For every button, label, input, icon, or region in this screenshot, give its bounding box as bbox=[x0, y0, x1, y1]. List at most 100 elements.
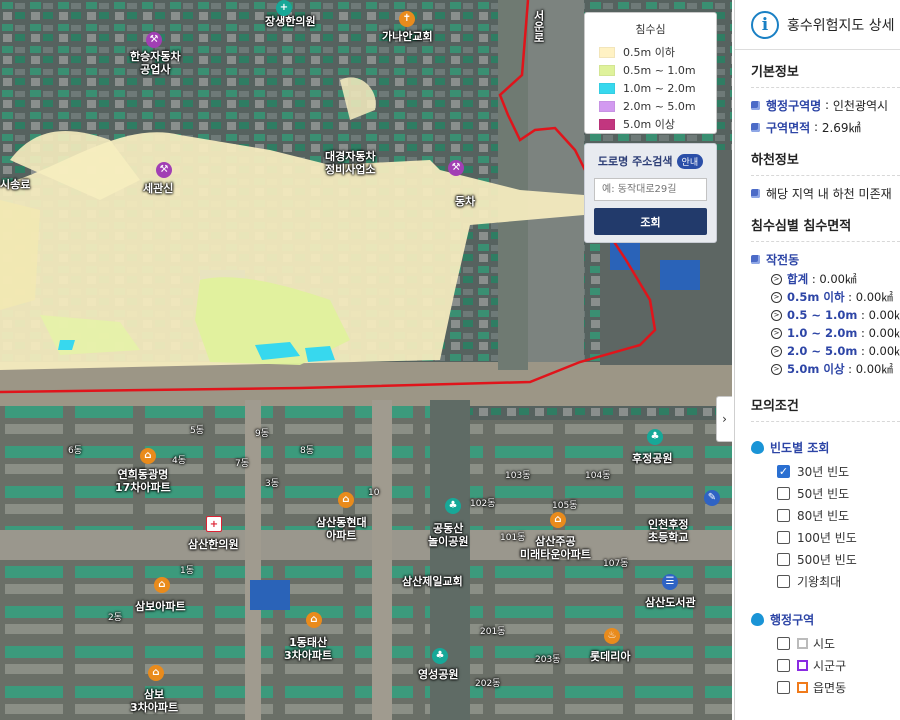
legend-swatch bbox=[599, 82, 615, 94]
map-label-2dong: 2동 bbox=[108, 613, 123, 623]
bullet-icon bbox=[751, 188, 760, 198]
frequency-option[interactable]: 500년 빈도 bbox=[751, 548, 900, 570]
river-info-heading: 하천정보 bbox=[751, 138, 900, 176]
depth-value: 0.00㎢ bbox=[855, 362, 893, 376]
legend-swatch bbox=[599, 100, 615, 112]
depth-label: 2.0 ~ 5.0m bbox=[787, 344, 858, 358]
checkbox[interactable] bbox=[777, 486, 790, 500]
frequency-label: 500년 빈도 bbox=[797, 552, 857, 567]
checkbox[interactable] bbox=[777, 680, 790, 694]
map-label-incheon-hujeong: 인천후정 초등학교 bbox=[648, 518, 689, 544]
park-icon[interactable]: ♣ bbox=[647, 429, 663, 445]
map-label-203: 203동 bbox=[535, 655, 561, 665]
map-label-5dong: 5동 bbox=[190, 426, 205, 436]
repair-icon[interactable]: ⚒ bbox=[156, 162, 172, 178]
repair-icon[interactable]: ⚒ bbox=[146, 32, 162, 48]
apartment-icon[interactable]: ⌂ bbox=[154, 577, 170, 593]
apartment-icon[interactable]: ⌂ bbox=[550, 512, 566, 528]
map-label-sambo3: 삼보 3차아파트 bbox=[130, 688, 179, 714]
simulation-section: 모의조건 빈도별 조회 ✓ 30년 빈도 50년 빈도 80년 빈도 100년 빈… bbox=[735, 384, 900, 698]
apartment-icon[interactable]: ⌂ bbox=[148, 665, 164, 681]
school-icon[interactable]: ✎ bbox=[704, 490, 720, 506]
hospital-icon[interactable]: + bbox=[276, 0, 292, 16]
map-label-104: 104동 bbox=[585, 471, 611, 481]
chevron-circle-icon: > bbox=[771, 309, 782, 321]
frequency-label: 100년 빈도 bbox=[797, 530, 857, 545]
chevron-circle-icon: > bbox=[771, 291, 782, 303]
checkbox[interactable] bbox=[777, 552, 790, 566]
frequency-label: 30년 빈도 bbox=[797, 464, 850, 479]
depth-row: >0.5m 이하 : 0.00㎢ bbox=[751, 288, 900, 306]
search-input[interactable] bbox=[594, 178, 707, 201]
apartment-icon[interactable]: ⌂ bbox=[338, 492, 354, 508]
legend-title: 침수심 bbox=[635, 23, 666, 36]
library-icon[interactable]: ☰ bbox=[662, 574, 678, 590]
flood-depth-legend: 침수심 0.5m 이하 0.5m ~ 1.0m 1.0m ~ 2.0m 2.0m… bbox=[584, 12, 717, 134]
area-size-label: 구역면적 bbox=[766, 120, 811, 135]
map-label-105: 105동 bbox=[552, 501, 578, 511]
chevron-right-icon: › bbox=[722, 412, 727, 426]
legend-swatch bbox=[599, 64, 615, 76]
frequency-option[interactable]: 80년 빈도 bbox=[751, 504, 900, 526]
depth-region: 작전동 bbox=[766, 252, 800, 267]
frequency-option[interactable]: 50년 빈도 bbox=[751, 482, 900, 504]
checkbox[interactable]: ✓ bbox=[777, 464, 790, 478]
bullet-icon bbox=[751, 100, 760, 110]
frequency-option[interactable]: 100년 빈도 bbox=[751, 526, 900, 548]
map-label-sisong: 시송료 bbox=[0, 178, 31, 191]
area-name-row: 행정구역명 : 인천광역시 bbox=[751, 94, 900, 116]
legend-swatch bbox=[599, 118, 615, 130]
panel-toggle-button[interactable]: › bbox=[716, 396, 732, 442]
map-road-label: 서운로 bbox=[532, 10, 545, 43]
depth-value: 0.00㎢ bbox=[868, 344, 900, 358]
depth-value: 0.00㎢ bbox=[868, 308, 900, 322]
map-label-202: 202동 bbox=[475, 679, 501, 689]
map-label-taesan: 1동태산 3차아파트 bbox=[284, 636, 333, 662]
map-label-lotteria: 롯데리아 bbox=[590, 650, 631, 663]
admin-title-row: 행정구역 bbox=[751, 606, 900, 632]
map-label-4dong: 4동 bbox=[172, 456, 187, 466]
admin-line-swatch bbox=[797, 659, 808, 671]
map-label-ganaan: 가나안교회 bbox=[382, 30, 433, 43]
map-label-gongdongsan: 공동산 놀이공원 bbox=[428, 522, 469, 548]
admin-option[interactable]: 읍면동 bbox=[751, 676, 900, 698]
map-label-107: 107동 bbox=[603, 559, 629, 569]
clinic-icon[interactable]: + bbox=[206, 516, 222, 532]
river-info-section: 하천정보 해당 지역 내 하천 미존재 bbox=[735, 138, 900, 204]
admin-option[interactable]: 시군구 bbox=[751, 654, 900, 676]
depth-value: 0.00㎢ bbox=[868, 326, 900, 340]
restaurant-icon[interactable]: ♨ bbox=[604, 628, 620, 644]
park-icon[interactable]: ♣ bbox=[445, 498, 461, 514]
park-icon[interactable]: ♣ bbox=[432, 648, 448, 664]
map-label-hanseung: 한승자동차 공업사 bbox=[130, 50, 181, 76]
info-icon: i bbox=[751, 10, 779, 39]
search-guide-badge[interactable]: 안내 bbox=[676, 153, 704, 169]
flood-map[interactable]: 장생한의원 가나안교회 한승자동차 공업사 시송료 대경자동차 정비사업소 동차… bbox=[0, 0, 732, 720]
frequency-option[interactable]: ✓ 30년 빈도 bbox=[751, 460, 900, 482]
map-label-segwansin: 세관신 bbox=[143, 182, 174, 195]
frequency-option[interactable]: 기왕최대 bbox=[751, 570, 900, 592]
apartment-icon[interactable]: ⌂ bbox=[306, 612, 322, 628]
map-label-10dong: 10 bbox=[368, 488, 380, 498]
apartment-icon[interactable]: ⌂ bbox=[140, 448, 156, 464]
repair-icon[interactable]: ⚒ bbox=[448, 160, 464, 176]
search-button[interactable]: 조회 bbox=[594, 208, 707, 235]
chevron-circle-icon: > bbox=[771, 345, 782, 357]
checkbox[interactable] bbox=[777, 530, 790, 544]
admin-label: 읍면동 bbox=[813, 680, 847, 695]
admin-option[interactable]: 시도 bbox=[751, 632, 900, 654]
depth-label: 1.0 ~ 2.0m bbox=[787, 326, 858, 340]
depth-row: >0.5 ~ 1.0m : 0.00㎢ bbox=[751, 306, 900, 324]
checkbox[interactable] bbox=[777, 636, 790, 650]
river-info-text: 해당 지역 내 하천 미존재 bbox=[766, 186, 892, 201]
river-info-row: 해당 지역 내 하천 미존재 bbox=[751, 182, 900, 204]
checkbox[interactable] bbox=[777, 658, 790, 672]
legend-item: 2.0m ~ 5.0m bbox=[585, 97, 716, 115]
checkbox[interactable] bbox=[777, 508, 790, 522]
map-label-jangsaeng: 장생한의원 bbox=[265, 15, 316, 28]
church-icon[interactable]: ✝ bbox=[399, 11, 415, 27]
checkbox[interactable] bbox=[777, 574, 790, 588]
legend-item: 5.0m 이상 bbox=[585, 115, 716, 133]
depth-row: >2.0 ~ 5.0m : 0.00㎢ bbox=[751, 342, 900, 360]
frequency-label: 80년 빈도 bbox=[797, 508, 850, 523]
